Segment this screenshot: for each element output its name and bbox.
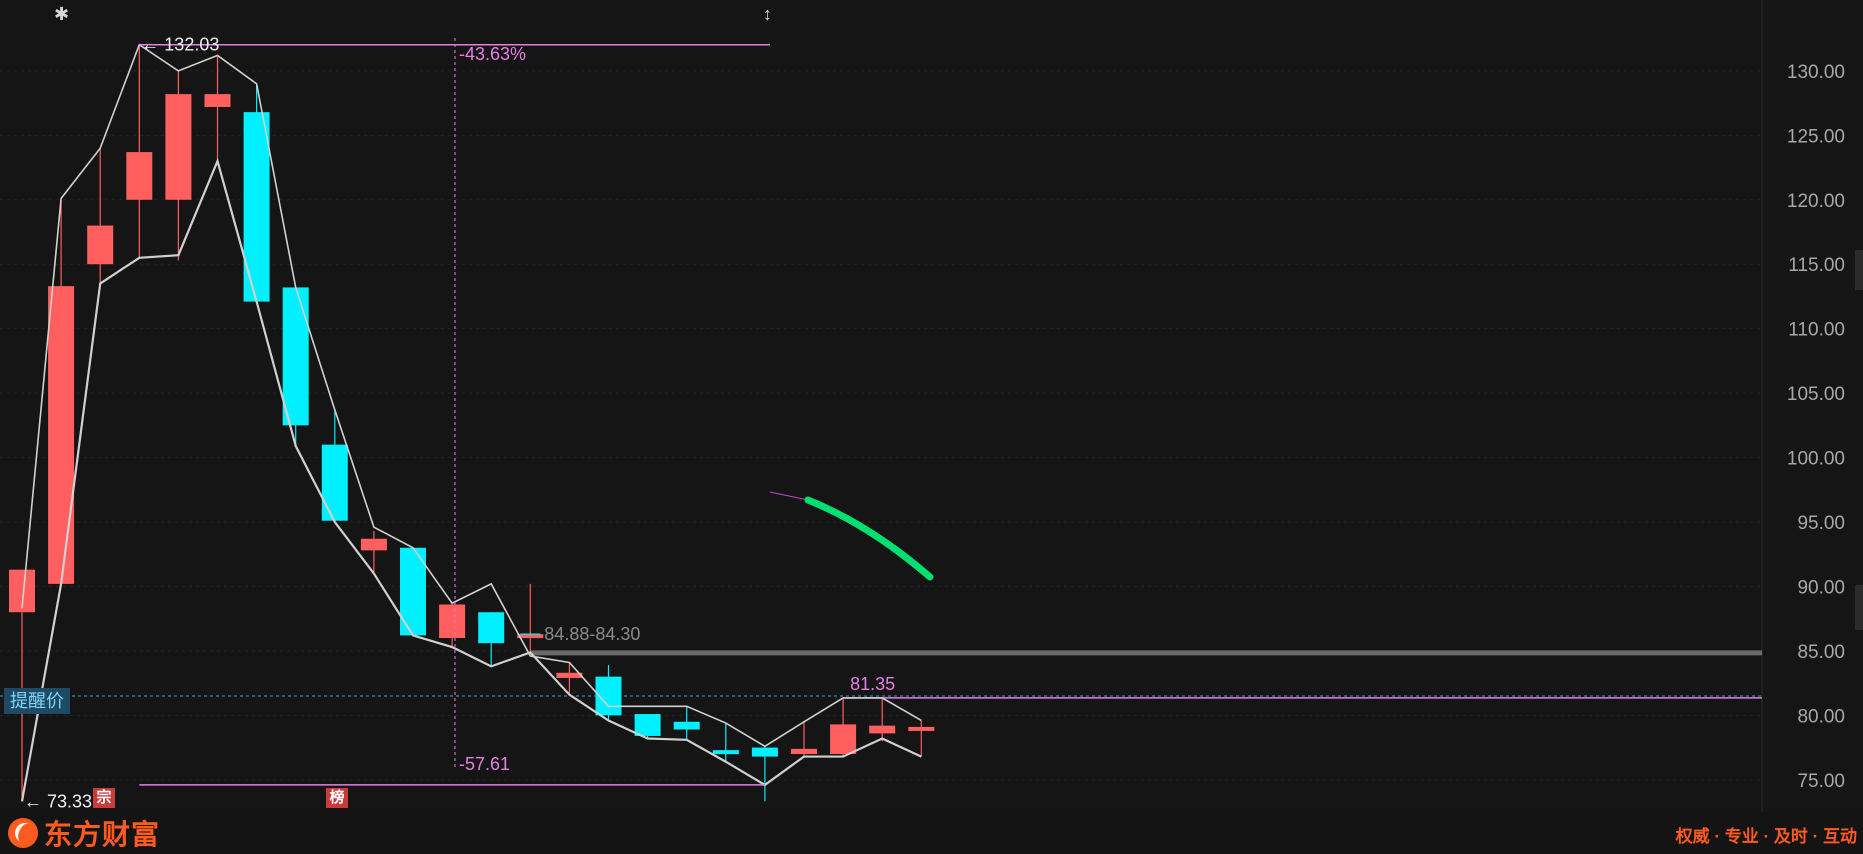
- y-tick-label: 105.00: [1787, 384, 1845, 405]
- candle-body: [673, 721, 700, 730]
- range-label: 84.88-84.30: [544, 624, 640, 644]
- brand-name: 东方财富: [44, 819, 161, 850]
- y-axis: 75.00 80.00 85.00 90.00 95.00 100.00 105.00 110…: [1787, 62, 1845, 792]
- envelope-lines: [20, 43, 922, 802]
- y-tick-label: 80.00: [1797, 706, 1845, 727]
- candle-body: [478, 612, 505, 644]
- candle-body: [634, 714, 661, 736]
- y-tick-label: 95.00: [1797, 513, 1845, 534]
- candle-body: [282, 287, 309, 426]
- resize-vertical-icon[interactable]: ↕: [763, 4, 772, 25]
- footer-bar: 东方财富 权威 · 专业 · 及时 · 互动: [0, 812, 1863, 854]
- y-tick-label: 120.00: [1787, 191, 1845, 212]
- candle-body: [126, 152, 153, 200]
- badge-zong[interactable]: 宗: [93, 788, 115, 808]
- annotations: ← 132.03 ← 73.33 -43.63% -57.61 81.35 84.88-8…: [24, 35, 895, 812]
- upper-envelope-line: [21, 43, 922, 748]
- level-label: 81.35: [850, 674, 895, 694]
- candle-body: [360, 538, 387, 551]
- pct-down-label: -57.61: [459, 754, 510, 774]
- brand[interactable]: 东方财富: [8, 816, 160, 850]
- right-edge-handle[interactable]: [1855, 250, 1863, 290]
- candle-body: [791, 748, 817, 754]
- candle-body: [243, 112, 270, 302]
- candle-body: [908, 726, 935, 731]
- stroke-tail: [769, 491, 809, 501]
- candlestick-chart[interactable]: 75.00 80.00 85.00 90.00 95.00 100.00 105.00 110…: [0, 0, 1863, 812]
- pct-up-label: -43.63%: [459, 44, 526, 64]
- drawn-stroke: [769, 491, 934, 581]
- candle-body: [321, 444, 348, 521]
- candle-body: [869, 725, 896, 734]
- low-label: ← 73.33: [24, 791, 92, 811]
- candle-body: [439, 604, 466, 638]
- candle-body: [87, 225, 114, 265]
- brand-logo-icon: [8, 818, 38, 848]
- y-tick-label: 100.00: [1787, 449, 1845, 470]
- y-tick-label: 110.00: [1788, 320, 1845, 341]
- y-tick-label: 115.00: [1788, 255, 1845, 276]
- alert-price-tag[interactable]: 提醒价: [4, 688, 70, 714]
- y-tick-label: 90.00: [1797, 577, 1845, 598]
- slogan: 权威 · 专业 · 及时 · 互动: [1675, 827, 1857, 846]
- y-tick-label: 125.00: [1787, 126, 1845, 147]
- y-tick-label: 75.00: [1797, 771, 1845, 792]
- badge-bang[interactable]: 榜: [326, 788, 348, 808]
- candle-body: [712, 750, 739, 755]
- y-tick-label: 85.00: [1797, 642, 1845, 663]
- high-label: ← 132.03: [141, 35, 219, 55]
- candles[interactable]: [9, 44, 935, 802]
- gear-icon[interactable]: ✱: [54, 4, 69, 25]
- candle-body: [165, 94, 192, 200]
- right-edge-arrow[interactable]: [1855, 585, 1863, 630]
- y-tick-label: 130.00: [1787, 62, 1845, 83]
- candle-body: [751, 747, 778, 757]
- candle-body: [204, 94, 231, 107]
- stroke-curve: [804, 496, 934, 581]
- candle-body: [48, 286, 75, 584]
- lower-envelope-line: [20, 157, 922, 802]
- candle-body: [830, 724, 857, 754]
